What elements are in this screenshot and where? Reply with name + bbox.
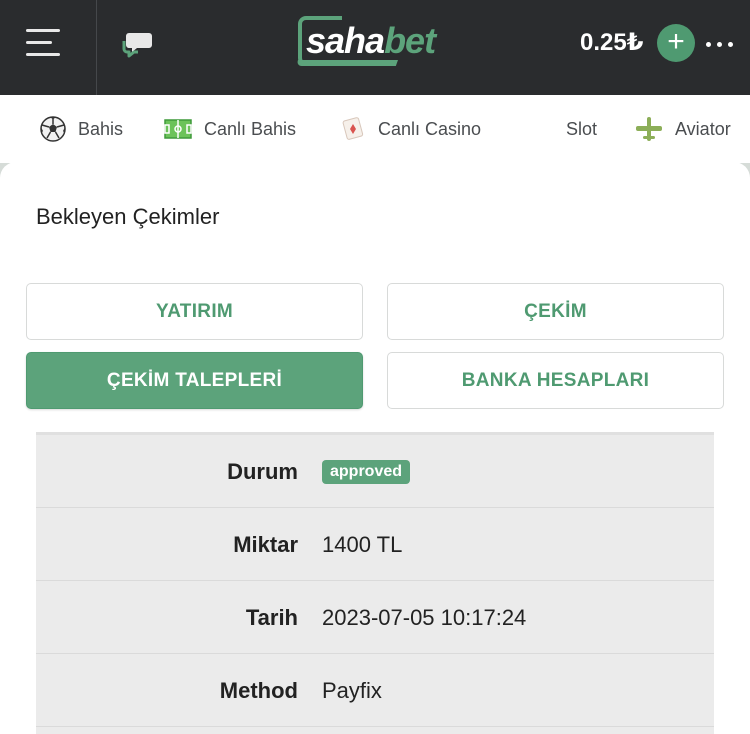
detail-label: Method [219, 677, 298, 703]
nav-label-canli-bahis: Canlı Bahis [204, 118, 297, 139]
tab-cekim[interactable]: ÇEKİM [387, 283, 724, 340]
logo-text-bet: bet [384, 20, 436, 61]
balance-amount[interactable]: 0.25₺ [580, 28, 643, 57]
detail-label: Miktar [233, 531, 298, 557]
tab-yatirim[interactable]: YATIRIM [26, 283, 363, 340]
detail-label: Durum [227, 458, 298, 484]
nav-item-canli-bahis[interactable]: Canlı Bahis [164, 95, 296, 163]
nav-item-aviator[interactable]: Aviator [635, 95, 731, 163]
detail-label: Tarih [245, 604, 298, 630]
category-nav: Bahis Canlı Bahis Canlı Casino Slot Avia… [0, 95, 750, 163]
nav-label-canli-casino: Canlı Casino [378, 118, 482, 139]
sahabet-logo[interactable]: sahabet [295, 16, 450, 68]
nav-item-bahis[interactable]: Bahis [40, 95, 123, 163]
menu-icon[interactable] [26, 26, 62, 60]
logo-text-saha: saha [306, 20, 385, 61]
pitch-icon [164, 119, 192, 139]
detail-row-miktar: Miktar 1400 TL [36, 508, 714, 581]
deposit-plus-button[interactable]: + [657, 24, 695, 62]
nav-label-bahis: Bahis [78, 118, 124, 139]
nav-label-aviator: Aviator [675, 118, 731, 139]
status-badge: approved [322, 459, 411, 484]
detail-row-tarih: Tarih 2023-07-05 10:17:24 [36, 581, 714, 654]
detail-value: 1400 TL [322, 531, 403, 557]
detail-row-durum: Durum approved [36, 435, 714, 508]
nav-label-slot: Slot [566, 118, 598, 139]
withdrawal-details: Durum approved Miktar 1400 TL Tarih 2023… [36, 432, 714, 734]
page-title: Bekleyen Çekimler [36, 204, 220, 229]
plane-icon [636, 117, 662, 141]
detail-value: 2023-07-05 10:17:24 [322, 604, 527, 630]
dice-icon [342, 117, 364, 140]
chat-icon[interactable] [120, 30, 154, 60]
top-bar: sahabet 0.25₺ + [0, 0, 750, 95]
detail-value: Payfix [322, 677, 382, 703]
soccer-ball-icon [40, 116, 66, 142]
header-divider [96, 0, 97, 95]
detail-row-method: Method Payfix [36, 654, 714, 727]
tab-cekim-talepleri[interactable]: ÇEKİM TALEPLERİ [26, 352, 363, 409]
withdrawals-panel: Bekleyen Çekimler YATIRIM ÇEKİM ÇEKİM TA… [0, 162, 750, 734]
tab-banka-hesaplari[interactable]: BANKA HESAPLARI [387, 352, 724, 409]
more-options-icon[interactable] [706, 42, 734, 48]
nav-item-canli-casino[interactable]: Canlı Casino [340, 95, 481, 163]
nav-item-slot[interactable]: Slot [566, 95, 597, 163]
